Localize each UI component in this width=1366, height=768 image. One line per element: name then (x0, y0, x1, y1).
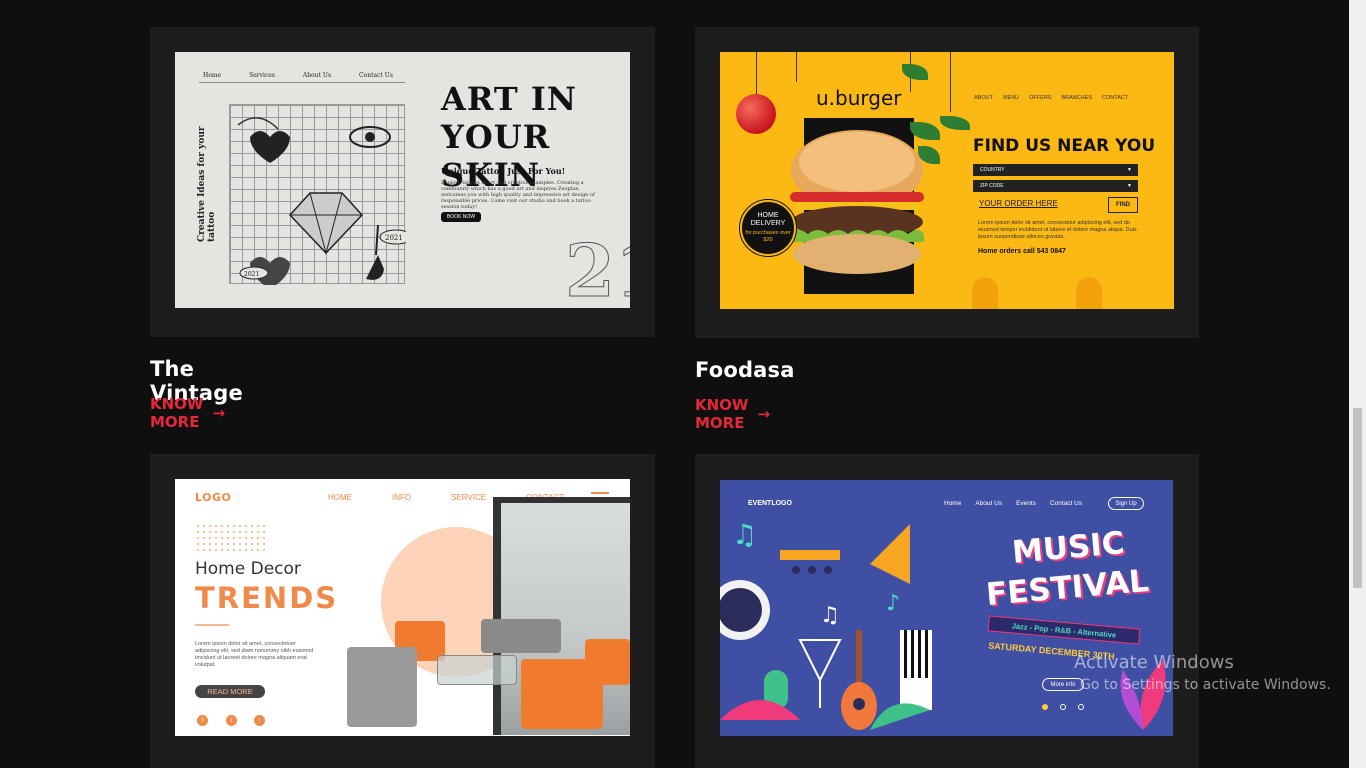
burger-icon (788, 130, 924, 274)
nav-item: MENU (1002, 95, 1020, 101)
basil-leaf-icon (902, 64, 928, 80)
nav-item: OFFERS (1029, 95, 1052, 101)
divider (195, 624, 229, 626)
subheading: Unique Tattoo Just For You! (441, 166, 566, 176)
nav-item: Contact Us (1049, 500, 1083, 507)
nav-item: BRANCHES (1061, 95, 1093, 101)
nav-item: About Us (302, 72, 332, 79)
activation-watermark-subtitle: Go to Settings to activate Windows. (1080, 677, 1331, 693)
armchair-icon (585, 639, 630, 685)
nav-item: CONTACT (1102, 95, 1129, 101)
order-link[interactable]: YOUR ORDER HERE (979, 199, 1058, 208)
hero-heading: MUSIC (1010, 525, 1126, 571)
decor-string (756, 52, 757, 96)
know-more-label: KNOW MORE (150, 395, 204, 431)
select-value: COUNTRY (980, 167, 1005, 173)
nav-item: HOME (328, 493, 352, 502)
dot-pattern (195, 523, 265, 553)
project-screenshot-vintage[interactable]: Home Services About Us Contact Us Creati… (175, 52, 630, 308)
badge-title: HOME DELIVERY (750, 212, 786, 227)
divider (199, 82, 405, 83)
carousel-dot[interactable] (1078, 704, 1084, 710)
arrow-right-icon: → (757, 405, 771, 423)
brand-logo: EVENTLOGO (748, 500, 792, 507)
svg-text:♫: ♫ (820, 603, 840, 628)
know-more-link[interactable]: KNOW MORE → (695, 396, 770, 432)
decor-arch (1076, 277, 1102, 309)
carousel-dot[interactable] (1042, 704, 1048, 710)
sign-up-button[interactable]: Sign Up (1108, 497, 1144, 510)
screenshot-nav: Home Services About Us Contact Us (203, 72, 393, 79)
hero-heading: FESTIVAL (984, 562, 1151, 614)
body-text: Lorem ipsum dolor sit amet, consectetuer… (195, 641, 314, 668)
nav-item: SERVICE (451, 493, 487, 502)
tattoo-sketches-icon: 2021 2021 (237, 117, 413, 289)
body-text: Lorem ipsum dolor sit amet, consectetur … (978, 220, 1137, 240)
project-screenshot-foodasa[interactable]: u.burger ABOUT MENU OFFERS BRANCHES CONT… (720, 52, 1174, 309)
activation-watermark-title: Activate Windows (1074, 652, 1234, 673)
more-info-button[interactable]: More info (1042, 678, 1084, 691)
screenshot-nav: Home About Us Events Contact Us (944, 500, 1082, 507)
twitter-icon[interactable]: t (226, 715, 237, 726)
scrollbar-thumb[interactable] (1353, 408, 1362, 588)
instruments-illustration-icon: ♫ ♪ ♫ (720, 518, 932, 730)
decor-arch (972, 277, 998, 309)
year-badge: 2021 (244, 271, 259, 278)
book-now-button[interactable]: BOOK NOW (441, 212, 481, 222)
brand-logo: LOGO (195, 491, 232, 504)
basil-leaf-icon (940, 116, 970, 130)
select-value: ZIP CODE (980, 183, 1004, 189)
decor-string (950, 52, 951, 112)
nav-item: Home (203, 72, 222, 79)
window-frame (493, 497, 630, 503)
heading-line: ART IN (441, 80, 578, 118)
know-more-label: KNOW MORE (695, 396, 749, 432)
project-screenshot-music-festival[interactable]: ♫ ♪ ♫ EVENTLOGO Home About Us Events Con… (720, 480, 1173, 736)
nav-item: Home (944, 500, 962, 507)
instagram-icon[interactable]: i (254, 715, 265, 726)
nav-item: Events (1016, 500, 1036, 507)
genre-tagline: Jazz - Pop - R&B - Alternative (987, 615, 1141, 645)
tomato-icon (736, 94, 776, 134)
body-text: Explore tattoos in art and creative exam… (441, 180, 595, 210)
svg-text:♫: ♫ (732, 518, 757, 551)
nav-item: About Us (975, 500, 1003, 507)
caret-down-icon: ▼ (1127, 167, 1132, 173)
facebook-icon[interactable]: f (197, 715, 208, 726)
sofa-icon (347, 647, 417, 727)
nav-item: ABOUT (974, 95, 993, 101)
country-select[interactable]: COUNTRY ▼ (973, 164, 1138, 176)
tattoo-grid: 2021 2021 (229, 104, 413, 289)
hero-heading: Home Decor (195, 559, 301, 579)
arrow-right-icon: → (212, 404, 226, 422)
hero-heading: ART IN YOUR SKIN (441, 80, 630, 194)
svg-text:♪: ♪ (886, 591, 900, 616)
zip-select[interactable]: ZIP CODE ▼ (973, 180, 1138, 192)
badge-subtitle: for purchases over $20 (745, 230, 791, 243)
coffee-table-icon (437, 655, 517, 685)
delivery-badge: HOME DELIVERY for purchases over $20 (739, 199, 797, 257)
find-heading: FIND US NEAR YOU (973, 136, 1156, 156)
read-more-button[interactable]: READ MORE (195, 685, 265, 698)
phone-text: Home orders call 543 0847 (978, 248, 1066, 255)
hero-subheading: TRENDS (195, 581, 339, 615)
project-title: Foodasa (695, 358, 795, 382)
caret-down-icon: ▼ (1127, 183, 1132, 189)
year-badge: 2021 (385, 234, 403, 242)
nav-item: Contact Us (359, 72, 393, 79)
find-button[interactable]: FIND (1108, 197, 1138, 213)
screenshot-nav: ABOUT MENU OFFERS BRANCHES CONTACT (974, 95, 1128, 101)
nav-item: Services (249, 72, 275, 79)
sofa-icon (481, 619, 561, 653)
nav-item: INFO (392, 493, 412, 502)
project-screenshot-home-decor[interactable]: LOGO HOME INFO SERVICE CONTACT Home Deco… (175, 479, 630, 736)
big-number: 21 (564, 228, 630, 309)
brand-logo: u.burger (816, 86, 902, 110)
decor-string (796, 52, 797, 82)
carousel-dot[interactable] (1060, 704, 1066, 710)
vertical-scrollbar[interactable] (1349, 0, 1366, 768)
side-text: Creative Ideas for your tattoo (197, 126, 217, 242)
know-more-link[interactable]: KNOW MORE → (150, 395, 225, 431)
